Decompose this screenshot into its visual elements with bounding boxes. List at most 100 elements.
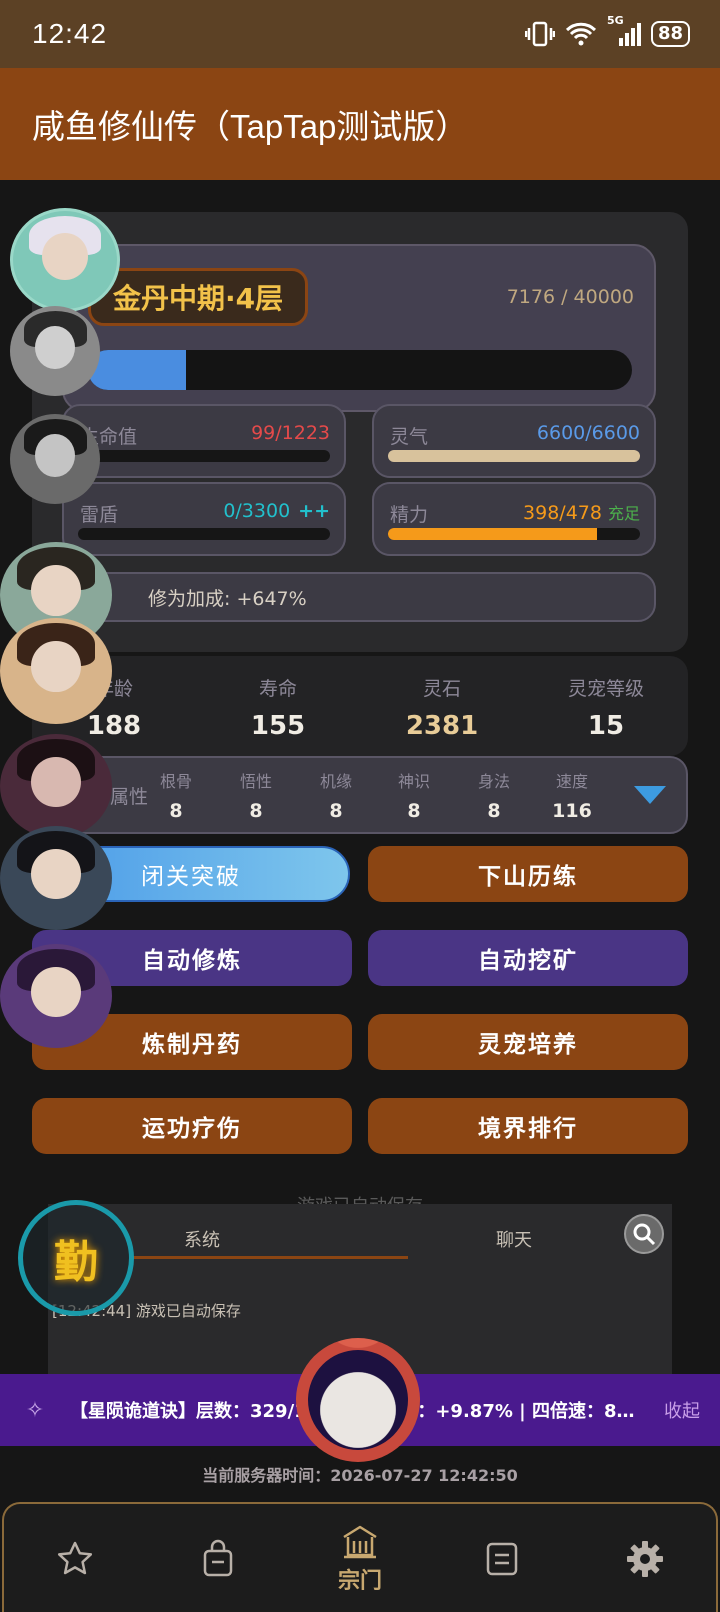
attributes-row: 属性 根骨 8 悟性 8 机缘 8 神识 8 身法 8 速度 116 bbox=[32, 756, 688, 834]
attr-value: 8 bbox=[169, 800, 183, 822]
info-label: 寿命 bbox=[258, 678, 297, 700]
attr-label: 悟性 bbox=[239, 772, 272, 791]
auto-mine-button[interactable]: 自动挖矿 bbox=[368, 930, 688, 986]
heal-button[interactable]: 运功疗伤 bbox=[32, 1098, 352, 1154]
shield-bar bbox=[78, 528, 330, 540]
shield-add-button[interactable]: ++ bbox=[298, 500, 330, 522]
nav-settings[interactable] bbox=[574, 1504, 716, 1612]
attr-item: 悟性 8 bbox=[226, 768, 286, 822]
network-type: 5G bbox=[606, 14, 624, 27]
info-label: 灵石 bbox=[422, 678, 461, 700]
shield-label: 雷盾 bbox=[80, 504, 119, 526]
spirit-bar-fill bbox=[388, 450, 640, 462]
bottom-nav: 宗门 bbox=[2, 1502, 718, 1612]
spirit-value: 6600/6600 bbox=[536, 422, 640, 444]
info-value: 15 bbox=[587, 711, 625, 741]
app-header: 咸鱼修仙传（TapTap测试版） bbox=[0, 68, 720, 180]
info-label: 灵宠等级 bbox=[567, 678, 644, 700]
bag-icon bbox=[203, 1539, 232, 1577]
document-icon bbox=[487, 1542, 518, 1576]
energy-value-group: 398/478 充足 bbox=[523, 500, 640, 524]
nav-tasks[interactable] bbox=[431, 1504, 573, 1612]
battery-indicator: 88 bbox=[650, 21, 690, 47]
spirit-label: 灵气 bbox=[390, 426, 429, 448]
avatar[interactable] bbox=[0, 734, 112, 838]
search-icon[interactable] bbox=[624, 1214, 664, 1254]
vibrate-icon bbox=[524, 21, 555, 47]
spirit-stat: 灵气 6600/6600 bbox=[372, 404, 656, 478]
attributes-heading: 属性 bbox=[110, 786, 149, 808]
descend-training-button[interactable]: 下山历练 bbox=[368, 846, 688, 902]
tab-system[interactable]: 系统 bbox=[184, 1226, 220, 1252]
hp-stat: 生命值 99/1223 bbox=[62, 404, 346, 478]
info-spirit-stones: 灵石 2381 bbox=[360, 656, 524, 756]
attr-value: 8 bbox=[407, 800, 421, 822]
tab-chat[interactable]: 聊天 bbox=[496, 1226, 532, 1252]
attr-label: 身法 bbox=[477, 772, 510, 791]
spirit-bar bbox=[388, 450, 640, 462]
avatar[interactable] bbox=[0, 618, 112, 724]
pet-training-button[interactable]: 灵宠培养 bbox=[368, 1014, 688, 1070]
exp-progress-fill bbox=[88, 350, 186, 390]
hp-value: 99/1223 bbox=[251, 422, 330, 444]
shield-value: 0/3300 bbox=[223, 500, 291, 522]
nav-favorites[interactable] bbox=[4, 1504, 146, 1612]
nav-sect-label: 宗门 bbox=[338, 1569, 383, 1594]
bonus-text: 修为加成: +647% bbox=[148, 587, 307, 610]
hp-bar bbox=[78, 450, 330, 462]
info-value: 155 bbox=[250, 711, 306, 741]
info-value: 2381 bbox=[405, 711, 479, 741]
collapse-button[interactable]: 收起 bbox=[644, 1397, 720, 1423]
attr-value: 8 bbox=[329, 800, 343, 822]
info-lifespan: 寿命 155 bbox=[196, 656, 360, 756]
avatar[interactable] bbox=[0, 826, 112, 930]
energy-stat: 精力 398/478 充足 bbox=[372, 482, 656, 556]
energy-label: 精力 bbox=[390, 504, 429, 526]
sect-icon bbox=[343, 1525, 377, 1559]
info-row: 年龄 188 寿命 155 灵石 2381 灵宠等级 15 bbox=[32, 656, 688, 756]
realm-name: 金丹中期·4层 bbox=[88, 268, 309, 326]
attr-label: 机缘 bbox=[319, 772, 352, 791]
attr-value: 8 bbox=[487, 800, 501, 822]
realm-ranking-button[interactable]: 境界排行 bbox=[368, 1098, 688, 1154]
status-time: 12:42 bbox=[32, 18, 108, 49]
energy-value: 398/478 bbox=[523, 502, 602, 524]
shield-value-group: 0/3300 ++ bbox=[223, 500, 330, 522]
energy-bar-fill bbox=[388, 528, 598, 540]
avatar[interactable] bbox=[0, 944, 112, 1048]
status-bar: 12:42 5G 88 bbox=[0, 0, 720, 68]
attr-item: 神识 8 bbox=[384, 768, 444, 822]
avatar[interactable] bbox=[10, 208, 120, 312]
sparkle-icon: ✧ bbox=[25, 1397, 45, 1423]
exp-counter: 7176 / 40000 bbox=[506, 286, 634, 308]
nav-sect[interactable]: 宗门 bbox=[289, 1504, 431, 1612]
exp-progress-bar bbox=[88, 350, 632, 390]
info-pet-level: 灵宠等级 15 bbox=[524, 656, 688, 756]
energy-status: 充足 bbox=[607, 504, 640, 523]
server-time: 当前服务器时间：2026-07-27 12:42:50 bbox=[202, 1466, 518, 1485]
shield-stat: 雷盾 0/3300 ++ bbox=[62, 482, 346, 556]
wifi-icon bbox=[565, 22, 596, 46]
star-icon bbox=[58, 1541, 93, 1575]
cellular-icon: 5G bbox=[607, 14, 641, 46]
cultivation-bonus: 修为加成: +647% bbox=[62, 572, 656, 622]
attr-label: 神识 bbox=[397, 772, 430, 791]
app-title: 咸鱼修仙传（TapTap测试版） bbox=[32, 108, 469, 145]
expand-attributes-icon[interactable] bbox=[634, 786, 666, 804]
attr-value: 116 bbox=[552, 800, 592, 822]
attr-value: 8 bbox=[249, 800, 263, 822]
active-tab-indicator bbox=[132, 1256, 408, 1259]
attr-item: 根骨 8 bbox=[146, 768, 206, 822]
attr-item: 速度 116 bbox=[542, 768, 602, 822]
avatar[interactable] bbox=[10, 414, 100, 504]
gear-icon bbox=[626, 1541, 663, 1577]
diligent-badge[interactable]: 勤 bbox=[18, 1200, 134, 1316]
attr-label: 速度 bbox=[555, 772, 588, 791]
app-screen: { "status_bar": { "time": "12:42", "netw… bbox=[0, 0, 720, 1612]
yin-yang-icon[interactable] bbox=[296, 1338, 420, 1462]
nav-bag[interactable] bbox=[146, 1504, 288, 1612]
attr-item: 机缘 8 bbox=[306, 768, 366, 822]
attr-item: 身法 8 bbox=[464, 768, 524, 822]
status-icons: 5G 88 bbox=[524, 14, 690, 47]
avatar[interactable] bbox=[10, 306, 100, 396]
